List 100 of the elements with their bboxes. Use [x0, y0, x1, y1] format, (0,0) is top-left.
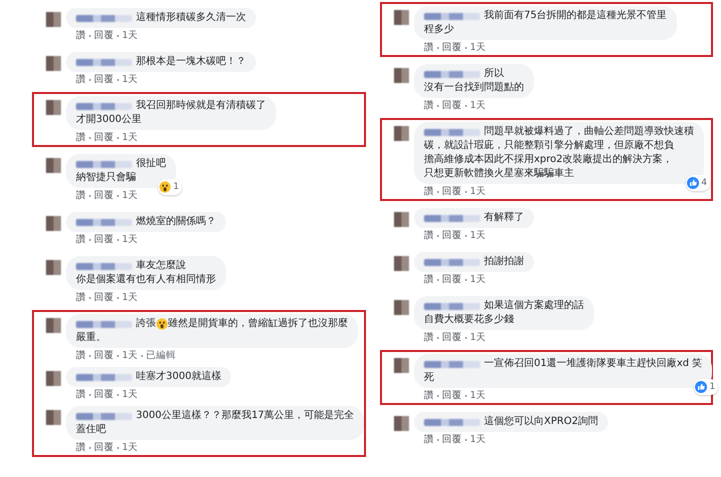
reaction-icon — [695, 381, 708, 393]
reaction-badge[interactable]: 1 — [158, 179, 182, 195]
action-link[interactable]: 回覆 — [442, 390, 462, 402]
comment-text: 擔高維修成本因此不採用xpro2改裝廠提出的解決方案， — [424, 153, 673, 167]
blurred-name — [424, 214, 480, 222]
timestamp[interactable]: 1天 — [122, 132, 138, 144]
blurred-name — [76, 320, 132, 328]
action-link[interactable]: 讚 — [76, 389, 86, 401]
action-link[interactable]: 回覆 — [94, 350, 114, 362]
edited-label: 已編輯 — [146, 350, 176, 362]
timestamp[interactable]: 1天 — [470, 390, 486, 402]
action-link[interactable]: 回覆 — [442, 230, 462, 242]
action-link[interactable]: 回覆 — [94, 132, 114, 144]
action-link[interactable]: 回覆 — [94, 74, 114, 86]
blurred-name — [424, 12, 480, 20]
timestamp[interactable]: 1天 — [122, 442, 138, 454]
action-link[interactable]: 讚 — [76, 442, 86, 454]
action-link[interactable]: 回覆 — [442, 332, 462, 344]
action-link[interactable]: 讚 — [424, 230, 434, 242]
action-link[interactable]: 讚 — [76, 132, 86, 144]
action-link[interactable]: 回覆 — [94, 292, 114, 304]
blurred-name — [424, 258, 480, 266]
reaction-badge[interactable]: 4 — [686, 175, 710, 191]
timestamp[interactable]: 1天 — [470, 434, 486, 446]
action-link[interactable]: 讚 — [424, 390, 434, 402]
avatar[interactable] — [394, 212, 409, 227]
blurred-name — [424, 128, 480, 136]
action-link[interactable]: 讚 — [76, 74, 86, 86]
avatar[interactable] — [394, 300, 409, 315]
action-link[interactable]: 讚 — [76, 350, 86, 362]
timestamp[interactable]: 1天 — [470, 42, 486, 54]
avatar[interactable] — [394, 358, 409, 373]
action-link[interactable]: 讚 — [424, 186, 434, 198]
comment-text: 沒有一台找到問題點的 — [424, 81, 524, 95]
avatar[interactable] — [394, 68, 409, 83]
comment-text: 很扯吧 — [136, 157, 166, 171]
comment-text: 車友怎麼說 — [136, 259, 186, 273]
comment-text: 那根本是一塊木碳吧！？ — [136, 55, 246, 69]
timestamp[interactable]: 1天 — [470, 100, 486, 112]
avatar[interactable] — [46, 56, 61, 71]
comment-text: 我前面有75台拆開的都是這種光景不管里 — [484, 9, 667, 23]
timestamp[interactable]: 1天 — [122, 30, 138, 42]
action-link[interactable]: 回覆 — [94, 190, 114, 202]
avatar[interactable] — [46, 260, 61, 275]
action-link[interactable]: 回覆 — [442, 434, 462, 446]
action-link[interactable]: 回覆 — [442, 274, 462, 286]
avatar[interactable] — [46, 100, 61, 115]
action-link[interactable]: 讚 — [76, 292, 86, 304]
action-link[interactable]: 讚 — [424, 100, 434, 112]
comment-text: 這個您可以向XPRO2詢問 — [484, 415, 598, 429]
timestamp[interactable]: 1天 — [122, 389, 138, 401]
action-link[interactable]: 回覆 — [94, 389, 114, 401]
comment-text: 我召回那時候就是有清積碳了 — [136, 99, 266, 113]
avatar[interactable] — [394, 416, 409, 431]
timestamp[interactable]: 1天 — [470, 186, 486, 198]
avatar[interactable] — [394, 126, 409, 141]
timestamp[interactable]: 1天 — [122, 190, 138, 202]
comment-text: 如果這個方案處理的話 — [484, 299, 584, 313]
reaction-badge[interactable]: 1 — [694, 379, 718, 395]
action-link[interactable]: 讚 — [424, 42, 434, 54]
action-link[interactable]: 回覆 — [442, 186, 462, 198]
action-link[interactable]: 讚 — [76, 30, 86, 42]
timestamp[interactable]: 1天 — [122, 292, 138, 304]
comment-text: 嚴重。 — [76, 331, 106, 345]
avatar[interactable] — [394, 10, 409, 25]
avatar[interactable] — [46, 12, 61, 27]
action-link[interactable]: 讚 — [76, 190, 86, 202]
avatar[interactable] — [46, 158, 61, 173]
action-link[interactable]: 回覆 — [442, 100, 462, 112]
action-link[interactable]: 回覆 — [94, 442, 114, 454]
blurred-name — [76, 374, 132, 380]
blurred-name — [424, 418, 480, 426]
comment-text: 一宣佈召回01還一堆護衛隊要車主趕快回廠xd 笑 — [484, 357, 702, 371]
action-link[interactable]: 回覆 — [94, 234, 114, 246]
action-link[interactable]: 讚 — [424, 434, 434, 446]
timestamp[interactable]: 1天 — [122, 350, 138, 362]
timestamp[interactable]: 1天 — [122, 234, 138, 246]
blurred-name — [76, 102, 132, 110]
comment-text: 才開3000公里 — [76, 113, 142, 127]
timestamp[interactable]: 1天 — [122, 74, 138, 86]
avatar[interactable] — [46, 318, 61, 333]
comment-text: 所以 — [484, 67, 504, 81]
timestamp[interactable]: 1天 — [470, 332, 486, 344]
avatar[interactable] — [46, 216, 61, 231]
action-link[interactable]: 讚 — [424, 274, 434, 286]
action-link[interactable]: 讚 — [424, 332, 434, 344]
comment-text: 燃燒室的關係嗎？ — [136, 215, 216, 229]
timestamp[interactable]: 1天 — [470, 274, 486, 286]
avatar[interactable] — [46, 371, 61, 386]
avatar[interactable] — [394, 256, 409, 271]
action-link[interactable]: 讚 — [76, 234, 86, 246]
blurred-name — [76, 262, 132, 270]
action-link[interactable]: 回覆 — [442, 42, 462, 54]
timestamp[interactable]: 1天 — [470, 230, 486, 242]
comment-text: 程多少 — [424, 23, 454, 37]
avatar[interactable] — [46, 410, 61, 425]
comment-text: 死 — [424, 371, 434, 385]
blurred-name — [76, 58, 132, 66]
action-link[interactable]: 回覆 — [94, 30, 114, 42]
comment-text: 納智捷只會騙 — [76, 171, 136, 185]
